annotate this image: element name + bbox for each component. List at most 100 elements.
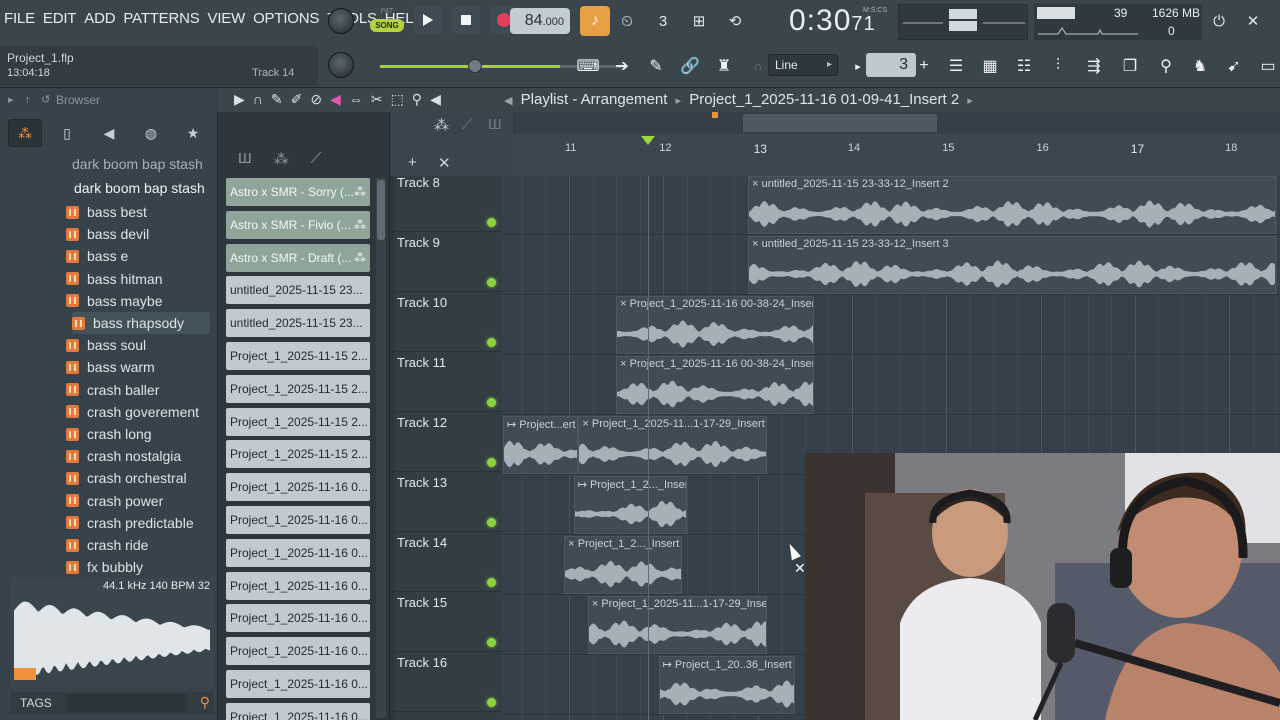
picker-clip[interactable]: Project_1_2025-11-15 2... [226,374,370,403]
audio-clip[interactable]: ↦ Project_1_20..36_Insert 2 [658,656,796,714]
picker-audio-icon[interactable]: ⁂ [274,150,289,168]
track-mute-led[interactable] [487,518,496,527]
tree-item[interactable]: bass soul [66,334,146,356]
track-mute-led[interactable] [487,278,496,287]
master-volume-knob[interactable] [328,52,354,78]
slip-icon[interactable]: ⇔ [349,91,363,108]
picker-clip[interactable]: Project_1_2025-11-16 0... [226,571,370,600]
mute-icon[interactable]: ◀ [330,91,341,108]
picker-clip[interactable]: Project_1_2025-11-15 2... [226,341,370,370]
master-volume-handle[interactable] [468,59,482,73]
play-button[interactable] [414,6,442,34]
plugin-picker-icon[interactable]: ✎ [642,53,670,79]
plugin-icon[interactable]: ⚲ [1152,53,1180,79]
picker-automation-icon[interactable]: ⟋ [311,150,322,168]
tree-item[interactable]: crash long [66,423,152,445]
tree-item[interactable]: bass maybe [66,290,162,312]
tree-item[interactable]: crash ride [66,534,148,556]
link-icon[interactable]: 🔗 [676,53,704,79]
picker-clip[interactable]: Project_1_2025-11-16 0... [226,669,370,698]
track-header[interactable]: Track 8 [394,172,502,232]
audio-clip[interactable]: ↦ Project_1_2..._Insert 2 [573,476,687,534]
picker-clip[interactable]: Project_1_2025-11-15 2... [226,407,370,436]
menu-add[interactable]: ADD [84,10,115,27]
search-icon[interactable]: ⚲ [200,694,210,711]
tempo-display[interactable]: 84.000 [510,8,570,34]
browser-nav-icon[interactable]: ▸ ↑ ↺ [8,88,54,112]
tree-item[interactable]: bass rhapsody [72,312,184,334]
tutorial-icon[interactable]: ➹ [1220,53,1248,79]
picker-clip[interactable]: Project_1_2025-11-16 0... [226,505,370,534]
project-browser-icon[interactable]: ❐ [1116,53,1144,79]
picker-clip[interactable]: Astro x SMR - Draft (... ⁂ [226,243,370,272]
overview-window[interactable] [743,114,937,132]
snap-select[interactable]: Line [768,54,838,76]
playhead-marker[interactable] [641,136,655,145]
tree-item[interactable]: crash power [66,490,163,512]
browser-tab-file-icon[interactable]: ▯ [50,119,84,147]
picker-clip[interactable]: untitled_2025-11-15 23... [226,309,370,338]
picker-clip[interactable]: Project_1_2025-11-16 0... [226,604,370,633]
picker-clip[interactable]: Project_1_2025-11-15 2... [226,440,370,469]
tree-item[interactable]: fx bubbly [66,556,143,578]
master-pitch-knob[interactable] [328,8,354,34]
menu-edit[interactable]: EDIT [43,10,77,27]
picker-clip[interactable]: untitled_2025-11-15 23... [226,276,370,305]
tree-item[interactable]: crash orchestral [66,467,187,489]
tree-item[interactable]: bass e [66,245,128,267]
tree-item[interactable]: bass devil [66,223,149,245]
piano-roll-icon[interactable]: ⌨ [574,53,602,79]
tree-item[interactable]: crash baller [66,379,159,401]
audio-clip[interactable]: ↦ Project...ert 2 [502,416,579,474]
track-mute-led[interactable] [487,398,496,407]
tree-item[interactable]: crash predictable [66,512,194,534]
picker-clip[interactable]: Project_1_2025-11-16 0... [226,637,370,666]
close-fx-icon[interactable]: ✕ [1240,8,1266,34]
audio-clip[interactable]: × Project_1_2025-11-16 00-38-24_Insert 3 [616,356,815,414]
browser-tab-star-icon[interactable]: ★ [176,119,210,147]
menu-file[interactable]: FILE [4,10,35,27]
track-header[interactable]: Track 10 [394,292,502,352]
track-mute-led[interactable] [487,218,496,227]
power-icon[interactable]: ⏻ [1206,8,1232,34]
tree-item[interactable]: bass warm [66,356,155,378]
track-header[interactable]: Track 9 [394,232,502,292]
wait-input-icon[interactable]: ⏲ [614,8,640,34]
playlist-icon[interactable]: ☰ [942,53,970,79]
slice-icon[interactable]: ✂ [371,91,383,108]
mixer-icon[interactable]: ⫶ [1044,53,1072,79]
track-header[interactable]: Track 14 [394,532,502,592]
track-auto-icon[interactable]: ⟋ [462,116,473,133]
picker-clip[interactable]: Project_1_2025-11-16 0... [226,538,370,567]
track-mute-led[interactable] [487,338,496,347]
countdown-icon[interactable]: 3 [650,8,676,34]
pattern-selector[interactable]: 3 [866,53,916,77]
preview-waveform[interactable] [14,596,214,682]
menu-options[interactable]: OPTIONS [253,10,319,27]
track-mute-led[interactable] [487,458,496,467]
tree-item[interactable]: bass best [66,201,147,223]
step-edit-icon[interactable]: ⊞ [686,8,712,34]
track-pattern-icon[interactable]: Ш [488,116,502,133]
mixer-list-icon[interactable]: ☷ [1010,53,1038,79]
magnet-snap-icon[interactable]: ∩ [253,91,263,108]
browser-tab-speaker-icon[interactable]: ◀ [92,119,126,147]
select-icon[interactable]: ⬚ [391,91,404,108]
folder-parent[interactable]: dark boom bap stash [72,156,203,172]
add-track-icon[interactable]: + [408,154,417,171]
pat-song-toggle[interactable]: PAT SONG [370,6,404,34]
track-header[interactable]: Track 15 [394,592,502,652]
track-mute-led[interactable] [487,698,496,707]
stop-button[interactable] [452,6,480,34]
track-header[interactable]: Track 16 [394,652,502,712]
menu-patterns[interactable]: PATTERNS [123,10,199,27]
track-tools-icon[interactable]: ⁂ [434,116,449,134]
picker-clip[interactable]: Project_1_2025-11-16 0... [226,702,370,720]
paint-icon[interactable]: ✐ [291,91,303,108]
audio-clip[interactable]: × untitled_2025-11-15 23-33-12_Insert 3 [748,236,1277,294]
picker-clip[interactable]: Astro x SMR - Sorry (... ⁂ [226,178,370,206]
track-header[interactable]: Track 12 [394,412,502,472]
delete-icon[interactable]: ⊘ [310,91,322,108]
audio-clip[interactable]: × untitled_2025-11-15 23-33-12_Insert 2 [748,176,1277,234]
audio-clip[interactable]: × Project_1_2025-11-16 00-38-24_Insert 2 [616,296,815,354]
